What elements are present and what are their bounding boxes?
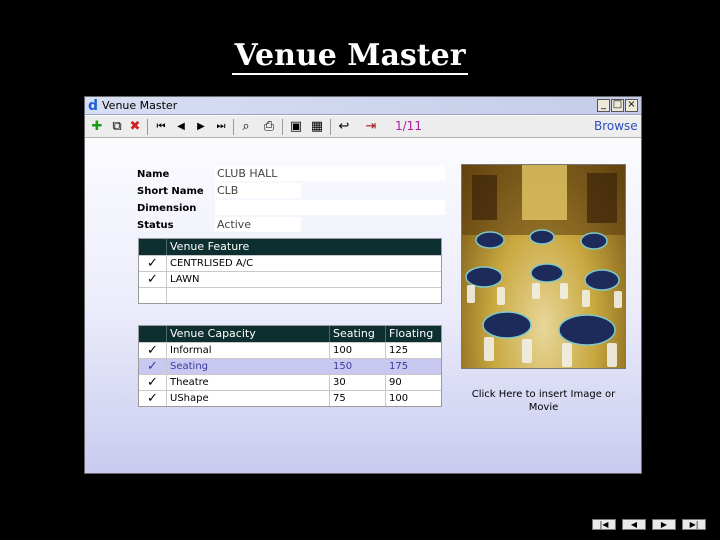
insert-image-link[interactable]: Click Here to insert Image or Movie — [461, 388, 626, 414]
check-icon[interactable]: ✓ — [139, 256, 167, 271]
banquet-hall-illustration — [462, 165, 625, 367]
first-record-icon[interactable]: ⏮ — [153, 119, 169, 135]
dimension-field[interactable] — [215, 200, 445, 215]
exit-icon[interactable]: ⇥ — [363, 119, 379, 135]
first-slide-button[interactable]: |◀ — [592, 519, 616, 530]
check-icon[interactable]: ✓ — [139, 359, 167, 374]
name-label: Name — [137, 169, 170, 180]
add-icon[interactable]: ✚ — [89, 119, 105, 135]
next-record-icon[interactable]: ▶ — [193, 119, 209, 135]
table-row[interactable]: ✓ LAWN — [139, 271, 441, 287]
seating-cell[interactable]: 30 — [329, 375, 385, 390]
table-row[interactable]: ✓ Informal 100 125 — [139, 342, 441, 358]
feature-name-cell[interactable]: LAWN — [167, 272, 441, 287]
toolbar-separator — [147, 119, 148, 135]
toolbar-separator — [233, 119, 234, 135]
record-count: 1/11 — [395, 119, 422, 133]
slide-navigation: |◀ ◀ ▶ ▶| — [592, 519, 706, 530]
short-name-label: Short Name — [137, 186, 204, 197]
check-icon[interactable]: ✓ — [139, 375, 167, 390]
browse-link[interactable]: Browse — [594, 119, 638, 133]
print-icon[interactable]: ⎙ — [261, 119, 277, 135]
feature-name-cell[interactable] — [167, 288, 441, 303]
table-row[interactable]: ✓ UShape 75 100 — [139, 390, 441, 406]
status-label: Status — [137, 220, 174, 231]
check-column-header — [139, 239, 167, 255]
previous-record-icon[interactable]: ◀ — [173, 119, 189, 135]
name-field[interactable]: CLUB HALL — [215, 166, 445, 181]
table-row-new[interactable] — [139, 287, 441, 303]
status-field[interactable]: Active — [215, 217, 301, 232]
minimize-button[interactable]: _ — [597, 99, 610, 112]
venue-feature-grid: Venue Feature ✓ CENTRLISED A/C ✓ LAWN — [138, 238, 442, 304]
short-name-field[interactable]: CLB — [215, 183, 301, 198]
venue-capacity-header: Venue Capacity — [170, 327, 256, 340]
copy-icon[interactable]: ⧉ — [109, 119, 125, 135]
capacity-name-cell[interactable]: UShape — [167, 391, 329, 406]
seating-header: Seating — [329, 326, 385, 342]
venue-feature-header: Venue Feature — [170, 240, 250, 253]
table-row[interactable]: ✓ CENTRLISED A/C — [139, 255, 441, 271]
window-title: Venue Master — [102, 99, 178, 112]
window-titlebar[interactable]: d Venue Master _ □ × — [85, 97, 641, 115]
undo-icon[interactable]: ↩ — [336, 119, 352, 135]
floating-cell[interactable]: 175 — [385, 359, 441, 374]
grid-header: Venue Feature — [139, 239, 441, 255]
find-icon[interactable]: ⌕ — [238, 119, 254, 135]
toolbar-separator — [330, 119, 331, 135]
seating-cell[interactable]: 75 — [329, 391, 385, 406]
check-icon[interactable]: ✓ — [139, 343, 167, 358]
maximize-button[interactable]: □ — [611, 99, 624, 112]
floating-cell[interactable]: 90 — [385, 375, 441, 390]
delete-icon[interactable]: ✖ — [127, 119, 143, 135]
slide-title: Venue Master — [232, 38, 468, 75]
floating-header: Floating — [385, 326, 441, 342]
app-icon: d — [88, 98, 99, 114]
toolbar-separator — [282, 119, 283, 135]
feature-name-cell[interactable]: CENTRLISED A/C — [167, 256, 441, 271]
seating-cell[interactable]: 100 — [329, 343, 385, 358]
seating-cell[interactable]: 150 — [329, 359, 385, 374]
capacity-name-cell[interactable]: Informal — [167, 343, 329, 358]
floating-cell[interactable]: 100 — [385, 391, 441, 406]
venue-master-window: d Venue Master _ □ × ✚ ⧉ ✖ ⏮ ◀ ▶ ⏭ ⌕ ⎙ ▣… — [84, 96, 642, 474]
floating-cell[interactable]: 125 — [385, 343, 441, 358]
capacity-name-cell[interactable]: Theatre — [167, 375, 329, 390]
table-row[interactable]: ✓ Theatre 30 90 — [139, 374, 441, 390]
check-icon[interactable]: ✓ — [139, 272, 167, 287]
next-slide-button[interactable]: ▶ — [652, 519, 676, 530]
check-cell[interactable] — [139, 288, 167, 303]
previous-slide-button[interactable]: ◀ — [622, 519, 646, 530]
save-close-icon[interactable]: ▦ — [309, 119, 325, 135]
venue-capacity-grid: Venue Capacity Seating Floating ✓ Inform… — [138, 325, 442, 407]
dimension-label: Dimension — [137, 203, 197, 214]
table-row-selected[interactable]: ✓ Seating 150 175 — [139, 358, 441, 374]
venue-photo[interactable] — [461, 164, 626, 369]
last-record-icon[interactable]: ⏭ — [213, 119, 229, 135]
close-button[interactable]: × — [625, 99, 638, 112]
grid-header: Venue Capacity Seating Floating — [139, 326, 441, 342]
last-slide-button[interactable]: ▶| — [682, 519, 706, 530]
capacity-name-cell[interactable]: Seating — [167, 359, 329, 374]
check-icon[interactable]: ✓ — [139, 391, 167, 406]
save-icon[interactable]: ▣ — [288, 119, 304, 135]
toolbar: ✚ ⧉ ✖ ⏮ ◀ ▶ ⏭ ⌕ ⎙ ▣ ▦ ↩ ⇥ 1/11 Browse — [85, 116, 641, 138]
check-column-header — [139, 326, 167, 342]
